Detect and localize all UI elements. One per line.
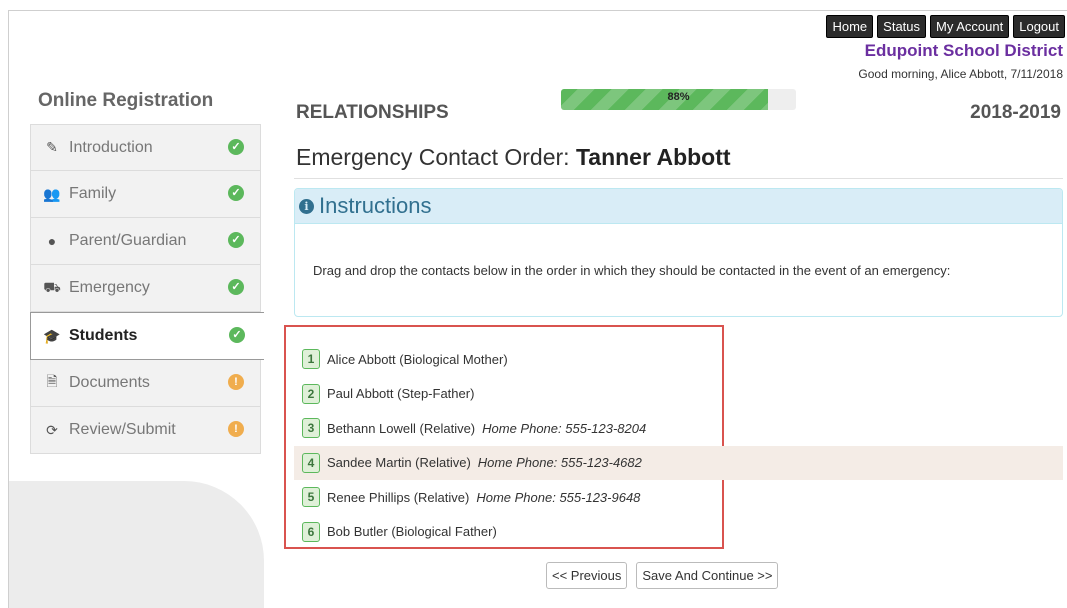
instructions-header: i Instructions (295, 189, 1062, 224)
nav-my-account-button[interactable]: My Account (930, 15, 1010, 38)
sidebar: ✎ Introduction ✓ 👥 Family ✓ ● Parent/Gua… (30, 124, 264, 454)
contact-item[interactable]: 4 Sandee Martin (Relative) Home Phone: 5… (294, 445, 1063, 480)
section-title: RELATIONSHIPS (296, 102, 449, 123)
nav-status-button[interactable]: Status (877, 15, 927, 38)
background-decoration (9, 481, 264, 608)
order-badge: 1 (302, 349, 320, 370)
district-name: Edupoint School District (864, 41, 1063, 60)
contact-order-list: 1 Alice Abbott (Biological Mother) 2 Pau… (294, 342, 1063, 549)
instructions-title: Instructions (319, 193, 432, 218)
sidebar-title: Online Registration (38, 90, 214, 111)
school-year: 2018-2019 (970, 102, 1061, 123)
check-icon: ✓ (228, 232, 244, 248)
instructions-text: Drag and drop the contacts below in the … (313, 263, 951, 278)
previous-button[interactable]: << Previous (546, 562, 628, 589)
page-title: Emergency Contact Order: Tanner Abbott (296, 144, 731, 171)
check-icon: ✓ (228, 279, 244, 295)
contact-phone: Home Phone: 555-123-4682 (477, 455, 642, 471)
sidebar-item-review-submit[interactable]: ⟳ Review/Submit ! (30, 407, 261, 454)
contact-name: Bob Butler (Biological Father) (327, 524, 497, 540)
contact-item[interactable]: 1 Alice Abbott (Biological Mother) (294, 342, 1063, 377)
save-and-continue-button[interactable]: Save And Continue >> (636, 562, 779, 589)
sidebar-item-label: Family (69, 185, 117, 202)
contact-item[interactable]: 3 Bethann Lowell (Relative) Home Phone: … (294, 411, 1063, 446)
sidebar-item-parent-guardian[interactable]: ● Parent/Guardian ✓ (30, 218, 261, 265)
warning-icon: ! (228, 421, 244, 437)
sidebar-item-introduction[interactable]: ✎ Introduction ✓ (30, 124, 261, 171)
contact-name: Paul Abbott (Step-Father) (327, 386, 475, 402)
pencil-icon: ✎ (46, 139, 58, 155)
user-icon: ● (47, 233, 57, 249)
divider (294, 178, 1063, 179)
sidebar-item-label: Introduction (69, 138, 153, 156)
progress-label: 88% (667, 91, 690, 103)
check-icon: ✓ (228, 139, 244, 155)
contact-item[interactable]: 6 Bob Butler (Biological Father) (294, 515, 1063, 550)
document-icon: 🗎 (46, 373, 58, 389)
order-badge: 4 (302, 452, 320, 473)
nav-home-button[interactable]: Home (826, 15, 874, 38)
info-icon: i (299, 198, 314, 214)
student-name: Tanner Abbott (575, 144, 731, 170)
sidebar-item-label: Review/Submit (69, 421, 176, 438)
refresh-icon: ⟳ (46, 421, 58, 438)
users-icon: 👥 (43, 185, 61, 202)
order-badge: 6 (302, 521, 320, 542)
top-navigation: Home Status My Account Logout (826, 15, 1065, 38)
contact-name: Alice Abbott (Biological Mother) (327, 351, 508, 367)
sidebar-item-label: Documents (69, 374, 150, 391)
sidebar-item-family[interactable]: 👥 Family ✓ (30, 171, 261, 218)
sidebar-item-emergency[interactable]: ⛟ Emergency ✓ (30, 265, 261, 312)
instructions-panel: i Instructions Drag and drop the contact… (294, 188, 1063, 317)
check-icon: ✓ (228, 185, 244, 201)
greeting-text: Good morning, Alice Abbott, 7/11/2018 (858, 67, 1063, 81)
ambulance-icon: ⛟ (43, 278, 61, 295)
order-badge: 5 (302, 487, 320, 508)
graduation-cap-icon: 🎓 (43, 327, 61, 344)
contact-name: Renee Phillips (Relative) (327, 489, 470, 505)
form-actions: << Previous Save And Continue >> (546, 562, 779, 589)
contact-item[interactable]: 2 Paul Abbott (Step-Father) (294, 377, 1063, 412)
contact-name: Sandee Martin (Relative) (327, 455, 471, 471)
warning-icon: ! (228, 374, 244, 390)
order-badge: 2 (302, 383, 320, 404)
sidebar-item-label: Parent/Guardian (69, 232, 187, 249)
contact-phone: Home Phone: 555-123-8204 (482, 420, 647, 436)
sidebar-item-students[interactable]: 🎓 Students ✓ (30, 312, 264, 360)
contact-name: Bethann Lowell (Relative) (327, 420, 476, 436)
sidebar-item-label: Students (69, 327, 138, 344)
nav-logout-button[interactable]: Logout (1013, 15, 1065, 38)
order-badge: 3 (302, 418, 320, 439)
sidebar-item-documents[interactable]: 🗎 Documents ! (30, 360, 261, 407)
progress-bar: 88% (561, 89, 796, 110)
check-icon: ✓ (229, 327, 245, 343)
page-title-prefix: Emergency Contact Order: (296, 144, 570, 170)
contact-item[interactable]: 5 Renee Phillips (Relative) Home Phone: … (294, 480, 1063, 515)
contact-phone: Home Phone: 555-123-9648 (476, 489, 641, 505)
sidebar-item-label: Emergency (69, 279, 150, 296)
